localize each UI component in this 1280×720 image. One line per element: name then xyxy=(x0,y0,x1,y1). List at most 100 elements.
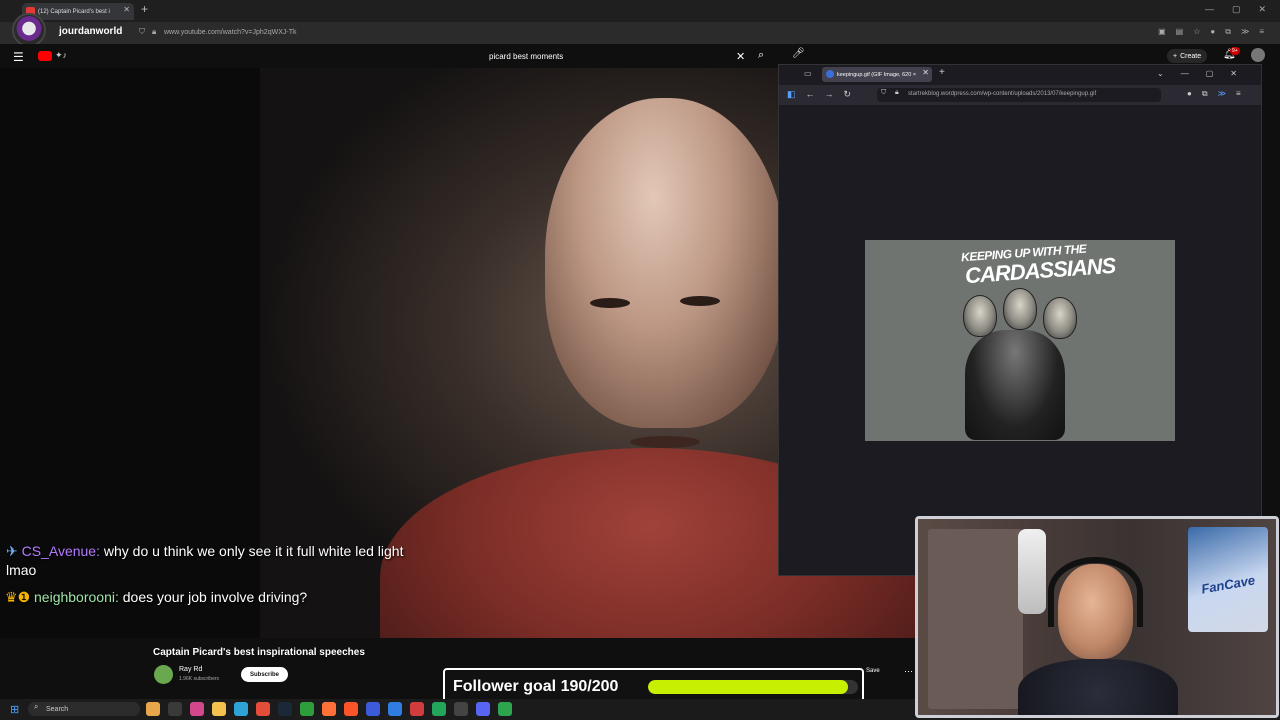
account-icon[interactable]: ● xyxy=(1187,89,1192,99)
chevron-down-icon[interactable]: ⌄ xyxy=(1157,69,1164,78)
app-icon[interactable] xyxy=(190,702,204,716)
minimize-icon[interactable]: — xyxy=(1205,4,1214,15)
firefox-url-text[interactable]: startrekblog.wordpress.com/wp-content/up… xyxy=(908,91,1096,97)
app-icon[interactable] xyxy=(366,702,380,716)
gif-image[interactable]: KEEPING UP WITH THE CARDASSIANS xyxy=(865,240,1175,441)
chat-message: ✈ CS_Avenue: why do u think we only see … xyxy=(6,543,404,578)
sidebar-icon[interactable]: ≫ xyxy=(1241,27,1249,37)
hamburger-menu-icon[interactable]: ☰ xyxy=(13,50,24,64)
channel-name[interactable]: Ray Rd xyxy=(179,666,202,673)
notification-badge: 9+ xyxy=(1230,47,1240,55)
tab-list-icon[interactable]: ▭ xyxy=(804,69,812,78)
video-title: Captain Picard's best inspirational spee… xyxy=(153,647,365,658)
pin-icon: ✈ xyxy=(6,543,18,559)
follower-goal-progress-track xyxy=(648,680,858,694)
close-window-icon[interactable]: ✕ xyxy=(1258,4,1266,15)
firefox-window-controls: ⌄ — ▢ ✕ xyxy=(1157,69,1237,78)
app-icon[interactable] xyxy=(388,702,402,716)
microphone-icon[interactable]: 🎤︎ xyxy=(792,48,806,62)
app-icon[interactable] xyxy=(432,702,446,716)
chat-text: does your job involve driving? xyxy=(122,589,308,605)
shield-icon[interactable]: ⛉ xyxy=(881,89,886,97)
bookmark-star-icon[interactable]: ☆ xyxy=(1193,27,1200,37)
reader-icon[interactable]: ▤ xyxy=(1176,27,1184,37)
crown-icon: ♛ xyxy=(5,589,18,605)
menu-icon[interactable]: ≡ xyxy=(1236,89,1241,99)
video-subject-head xyxy=(545,98,785,428)
tab-close-icon[interactable]: ✕ xyxy=(922,68,929,77)
video-subject-eye xyxy=(680,296,720,306)
firefox-tab-active[interactable]: keepingup.gif (GIF Image, 620 × ✕ xyxy=(822,67,932,82)
subscribe-button[interactable]: Subscribe xyxy=(241,667,288,682)
xbox-icon[interactable] xyxy=(300,702,314,716)
follower-goal-progress-fill xyxy=(648,680,848,694)
more-options-icon[interactable]: ⋯ xyxy=(904,666,913,677)
video-subject-eye xyxy=(590,298,630,308)
create-button[interactable]: + Create xyxy=(1167,49,1208,63)
browser-tab-title: (12) Captain Picard's best i xyxy=(38,8,110,15)
profile-icon[interactable]: ● xyxy=(1210,27,1215,37)
app-icon[interactable] xyxy=(146,702,160,716)
terminal-icon[interactable] xyxy=(454,702,468,716)
save-button[interactable]: Save xyxy=(866,668,880,674)
webcam-overlay: FanCave xyxy=(915,516,1279,718)
maximize-icon[interactable]: ▢ xyxy=(1206,69,1214,78)
app-icon[interactable] xyxy=(498,702,512,716)
reload-icon[interactable]: ↻ xyxy=(844,89,852,100)
extensions-icon[interactable]: ⧉ xyxy=(1225,27,1231,37)
firefox-icon[interactable] xyxy=(322,702,336,716)
menu-icon[interactable]: ≡ xyxy=(1259,27,1264,37)
youtube-doodle-icon[interactable]: ✦♪ xyxy=(55,50,67,61)
addon-icon[interactable]: ≫ xyxy=(1218,89,1226,99)
create-label: Create xyxy=(1180,52,1202,60)
shield-icon[interactable]: ⛉ xyxy=(139,27,145,37)
channel-subscriber-count: 1.96K subscribers xyxy=(179,676,220,682)
new-tab-button[interactable]: + xyxy=(939,67,945,78)
clear-search-icon[interactable]: ✕ xyxy=(736,50,745,63)
gif-cardassian-face xyxy=(963,295,997,337)
close-window-icon[interactable]: ✕ xyxy=(1230,69,1237,78)
chat-username: neighborooni xyxy=(34,589,115,605)
chat-message: ♛❶ neighborooni: does your job involve d… xyxy=(5,589,308,605)
taskbar-app-icons xyxy=(146,702,512,716)
account-avatar[interactable] xyxy=(1251,48,1265,62)
app-icon[interactable] xyxy=(410,702,424,716)
extensions-icon[interactable]: ⧉ xyxy=(1202,89,1208,99)
plus-icon: + xyxy=(1173,52,1178,60)
forward-icon[interactable]: → xyxy=(825,89,834,100)
taskbar-search[interactable]: Search xyxy=(28,702,140,716)
video-subject-mouth xyxy=(630,436,700,448)
chrome-icon[interactable] xyxy=(256,702,270,716)
webcam-shelf xyxy=(928,529,1023,709)
lock-icon[interactable]: 🔒︎ xyxy=(895,89,899,97)
steam-icon[interactable] xyxy=(278,702,292,716)
wordpress-favicon-icon xyxy=(826,70,834,78)
webcam-person-body xyxy=(1018,659,1178,715)
pip-icon[interactable]: ▣ xyxy=(1158,27,1166,37)
firefox-nav-buttons: ◧ ← → ↻ xyxy=(787,89,851,100)
channel-avatar[interactable] xyxy=(154,665,173,684)
file-explorer-icon[interactable] xyxy=(212,702,226,716)
youtube-logo-icon[interactable] xyxy=(38,51,52,61)
tab-close-icon[interactable]: ✕ xyxy=(123,5,130,14)
windows-start-icon[interactable]: ⊞ xyxy=(10,703,19,716)
lock-icon[interactable]: 🔒︎ xyxy=(152,27,156,37)
url-field[interactable]: www.youtube.com/watch?v=Jph2qWXJ-Tk xyxy=(164,29,296,36)
maximize-icon[interactable]: ▢ xyxy=(1232,4,1241,15)
search-query[interactable]: picard best moments xyxy=(489,52,563,61)
new-tab-button[interactable]: + xyxy=(141,2,148,16)
edge-icon[interactable] xyxy=(234,702,248,716)
headset-icon xyxy=(1048,557,1143,627)
webcam-figurine xyxy=(1018,529,1046,614)
app-icon[interactable] xyxy=(476,702,490,716)
minimize-icon[interactable]: — xyxy=(1181,69,1189,78)
browser-toolbar-icons: ▣ ▤ ☆ ● ⧉ ≫ ≡ xyxy=(1158,27,1264,37)
gif-cardassian-body xyxy=(965,330,1065,440)
gif-cardassian-face xyxy=(1043,297,1077,339)
firefox-tab-title: keepingup.gif (GIF Image, 620 × xyxy=(837,71,917,78)
sidebar-toggle-icon[interactable]: ◧ xyxy=(787,89,796,100)
back-icon[interactable]: ← xyxy=(806,89,815,100)
task-view-icon[interactable] xyxy=(168,702,182,716)
search-icon[interactable]: ⌕ xyxy=(758,49,764,62)
brave-icon[interactable] xyxy=(344,702,358,716)
